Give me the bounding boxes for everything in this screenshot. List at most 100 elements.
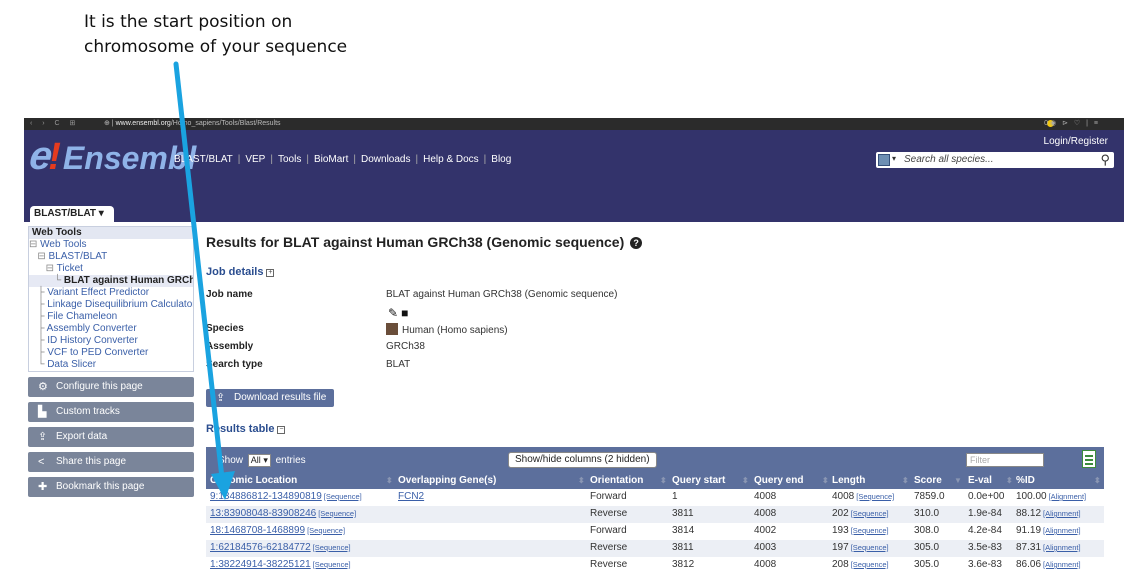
alignment-link[interactable]: [Alignment] <box>1043 526 1081 535</box>
sequence-link[interactable]: [Sequence] <box>851 526 889 535</box>
results-table-toggle[interactable]: Results table − <box>206 423 286 435</box>
tree-item[interactable]: └ BLAT against Human GRCh38 <box>29 275 193 287</box>
genomic-location-link[interactable]: 1:62184576-62184772 <box>210 542 311 553</box>
species-icon[interactable] <box>878 154 890 166</box>
table-filter-input[interactable]: Filter <box>966 453 1044 467</box>
url-host: www.ensembl.org <box>115 120 171 127</box>
col-score[interactable]: Score <box>914 473 942 489</box>
sort-icon[interactable]: ⬍ <box>386 473 393 489</box>
length-cell: 208 [Sequence] <box>832 557 889 573</box>
sequence-link[interactable]: [Sequence] <box>851 543 889 552</box>
sort-icon[interactable]: ⬍ <box>742 473 749 489</box>
configure-page-button[interactable]: ⚙ Configure this page <box>28 377 194 397</box>
bookmark-page-button[interactable]: ✚ Bookmark this page <box>28 477 194 497</box>
tree-item[interactable]: ├ VCF to PED Converter <box>29 347 193 359</box>
tree-item[interactable]: ├ ID History Converter <box>29 335 193 347</box>
ensembl-logo[interactable]: e!Ensembl <box>27 134 196 178</box>
help-icon[interactable]: ? <box>630 237 643 249</box>
tree-item-label: Web Tools <box>40 239 87 250</box>
query-end-cell: 4002 <box>754 525 777 536</box>
browser-nav-buttons[interactable]: ‹ › C ⊞ <box>30 118 79 130</box>
tree-items: ⊟ Web Tools ⊟ BLAST/BLAT ⊟ Ticket └ BLAT… <box>29 239 193 371</box>
tree-item[interactable]: └ Data Slicer <box>29 359 193 371</box>
alignment-link[interactable]: [Alignment] <box>1043 560 1081 569</box>
nav-help[interactable]: Help & Docs <box>423 154 479 165</box>
alignment-link[interactable]: [Alignment] <box>1043 543 1081 552</box>
share-page-button[interactable]: < Share this page <box>28 452 194 472</box>
search-icon[interactable]: ⚲ <box>1100 152 1110 168</box>
pencil-icon[interactable]: ✎ <box>388 306 401 320</box>
sequence-link[interactable]: [Sequence] <box>851 560 889 569</box>
species-search[interactable]: ▾ Search all species... ⚲ <box>876 152 1114 168</box>
tree-item[interactable]: ├ Assembly Converter <box>29 323 193 335</box>
download-results-button[interactable]: ⇪ Download results file <box>206 389 334 407</box>
col-query-start[interactable]: Query start <box>672 473 725 489</box>
nav-biomart[interactable]: BioMart <box>314 154 348 165</box>
spreadsheet-icon[interactable] <box>1082 450 1096 468</box>
entries-select[interactable]: All ▾ <box>247 454 271 467</box>
sequence-link[interactable]: [Sequence] <box>318 509 356 518</box>
col-percent-id[interactable]: %ID <box>1016 473 1035 489</box>
genomic-location-link[interactable]: 13:83908048-83908246 <box>210 508 316 519</box>
query-start-cell: 1 <box>672 491 678 502</box>
nav-blast[interactable]: BLAST/BLAT <box>174 154 233 165</box>
col-query-end[interactable]: Query end <box>754 473 803 489</box>
sort-icon[interactable]: ⬍ <box>660 473 667 489</box>
alignment-link[interactable]: [Alignment] <box>1043 509 1081 518</box>
genomic-location-link[interactable]: 9:134886812-134890819 <box>210 491 322 502</box>
nav-downloads[interactable]: Downloads <box>361 154 410 165</box>
expand-icon[interactable]: + <box>266 269 275 277</box>
login-register-link[interactable]: Login/Register <box>1044 136 1108 147</box>
sort-icon[interactable]: ⬍ <box>902 473 909 489</box>
query-end-cell: 4008 <box>754 489 776 505</box>
sequence-link[interactable]: [Sequence] <box>313 560 351 569</box>
sequence-link[interactable]: [Sequence] <box>307 526 345 535</box>
chevron-down-icon[interactable]: ▾ <box>892 154 896 163</box>
percent-id-cell: 100.00 [Alignment] <box>1016 489 1086 505</box>
trash-icon[interactable]: ■ <box>401 306 411 320</box>
export-data-button[interactable]: ⇪ Export data <box>28 427 194 447</box>
gene-link[interactable]: FCN2 <box>398 491 424 502</box>
alignment-link[interactable]: [Alignment] <box>1049 492 1087 501</box>
sort-icon[interactable]: ⬍ <box>578 473 585 489</box>
show-hide-columns-button[interactable]: Show/hide columns (2 hidden) <box>508 452 657 468</box>
sequence-link[interactable]: [Sequence] <box>856 492 894 501</box>
col-length[interactable]: Length <box>832 473 865 489</box>
genomic-location-link[interactable]: 1:38224914-38225121 <box>210 559 311 570</box>
tree-item[interactable]: ⊟ Ticket <box>29 263 193 275</box>
nav-blog[interactable]: Blog <box>491 154 511 165</box>
tree-item[interactable]: ├ File Chameleon <box>29 311 193 323</box>
tree-item-label: Ticket <box>56 263 83 274</box>
custom-tracks-button[interactable]: ▙ Custom tracks <box>28 402 194 422</box>
tree-item[interactable]: ⊟ Web Tools <box>29 239 193 251</box>
tree-item[interactable]: ⊟ BLAST/BLAT <box>29 251 193 263</box>
search-type-label: Search type <box>206 359 263 370</box>
genomic-location-cell: 9:134886812-134890819 [Sequence] <box>210 489 362 505</box>
tree-item-label: File Chameleon <box>47 311 118 322</box>
tree-item[interactable]: ├ Linkage Disequilibrium Calculator <box>29 299 193 311</box>
collapse-icon[interactable]: − <box>277 426 286 434</box>
sequence-link[interactable]: [Sequence] <box>324 492 362 501</box>
col-overlapping-genes[interactable]: Overlapping Gene(s) <box>398 473 496 489</box>
sort-desc-icon[interactable]: ▼ <box>954 473 962 489</box>
tab-blast-blat[interactable]: BLAST/BLAT ▾ <box>30 206 114 222</box>
sort-icon[interactable]: ⬍ <box>1006 473 1013 489</box>
col-evalue[interactable]: E-val <box>968 473 992 489</box>
sort-icon[interactable]: ⬍ <box>1094 473 1101 489</box>
address-bar[interactable]: ⊕ | www.ensembl.org/Homo_sapiens/Tools/B… <box>104 118 281 130</box>
sequence-link[interactable]: [Sequence] <box>851 509 889 518</box>
genomic-location-link[interactable]: 18:1468708-1468899 <box>210 525 305 536</box>
evalue-cell: 4.2e-84 <box>968 523 1002 539</box>
tree-item[interactable]: ├ Variant Effect Predictor <box>29 287 193 299</box>
query-start-cell: 3811 <box>672 542 694 553</box>
nav-tools[interactable]: Tools <box>278 154 301 165</box>
nav-vep[interactable]: VEP <box>245 154 265 165</box>
col-orientation[interactable]: Orientation <box>590 473 643 489</box>
search-input[interactable]: Search all species... <box>904 154 994 165</box>
sequence-link[interactable]: [Sequence] <box>313 543 351 552</box>
length-cell: 4008 [Sequence] <box>832 489 894 505</box>
sort-icon[interactable]: ⬍ <box>822 473 829 489</box>
job-details-toggle[interactable]: Job details + <box>206 266 275 278</box>
search-type-value: BLAT <box>386 359 411 370</box>
col-genomic-location[interactable]: Genomic Location <box>210 473 297 489</box>
